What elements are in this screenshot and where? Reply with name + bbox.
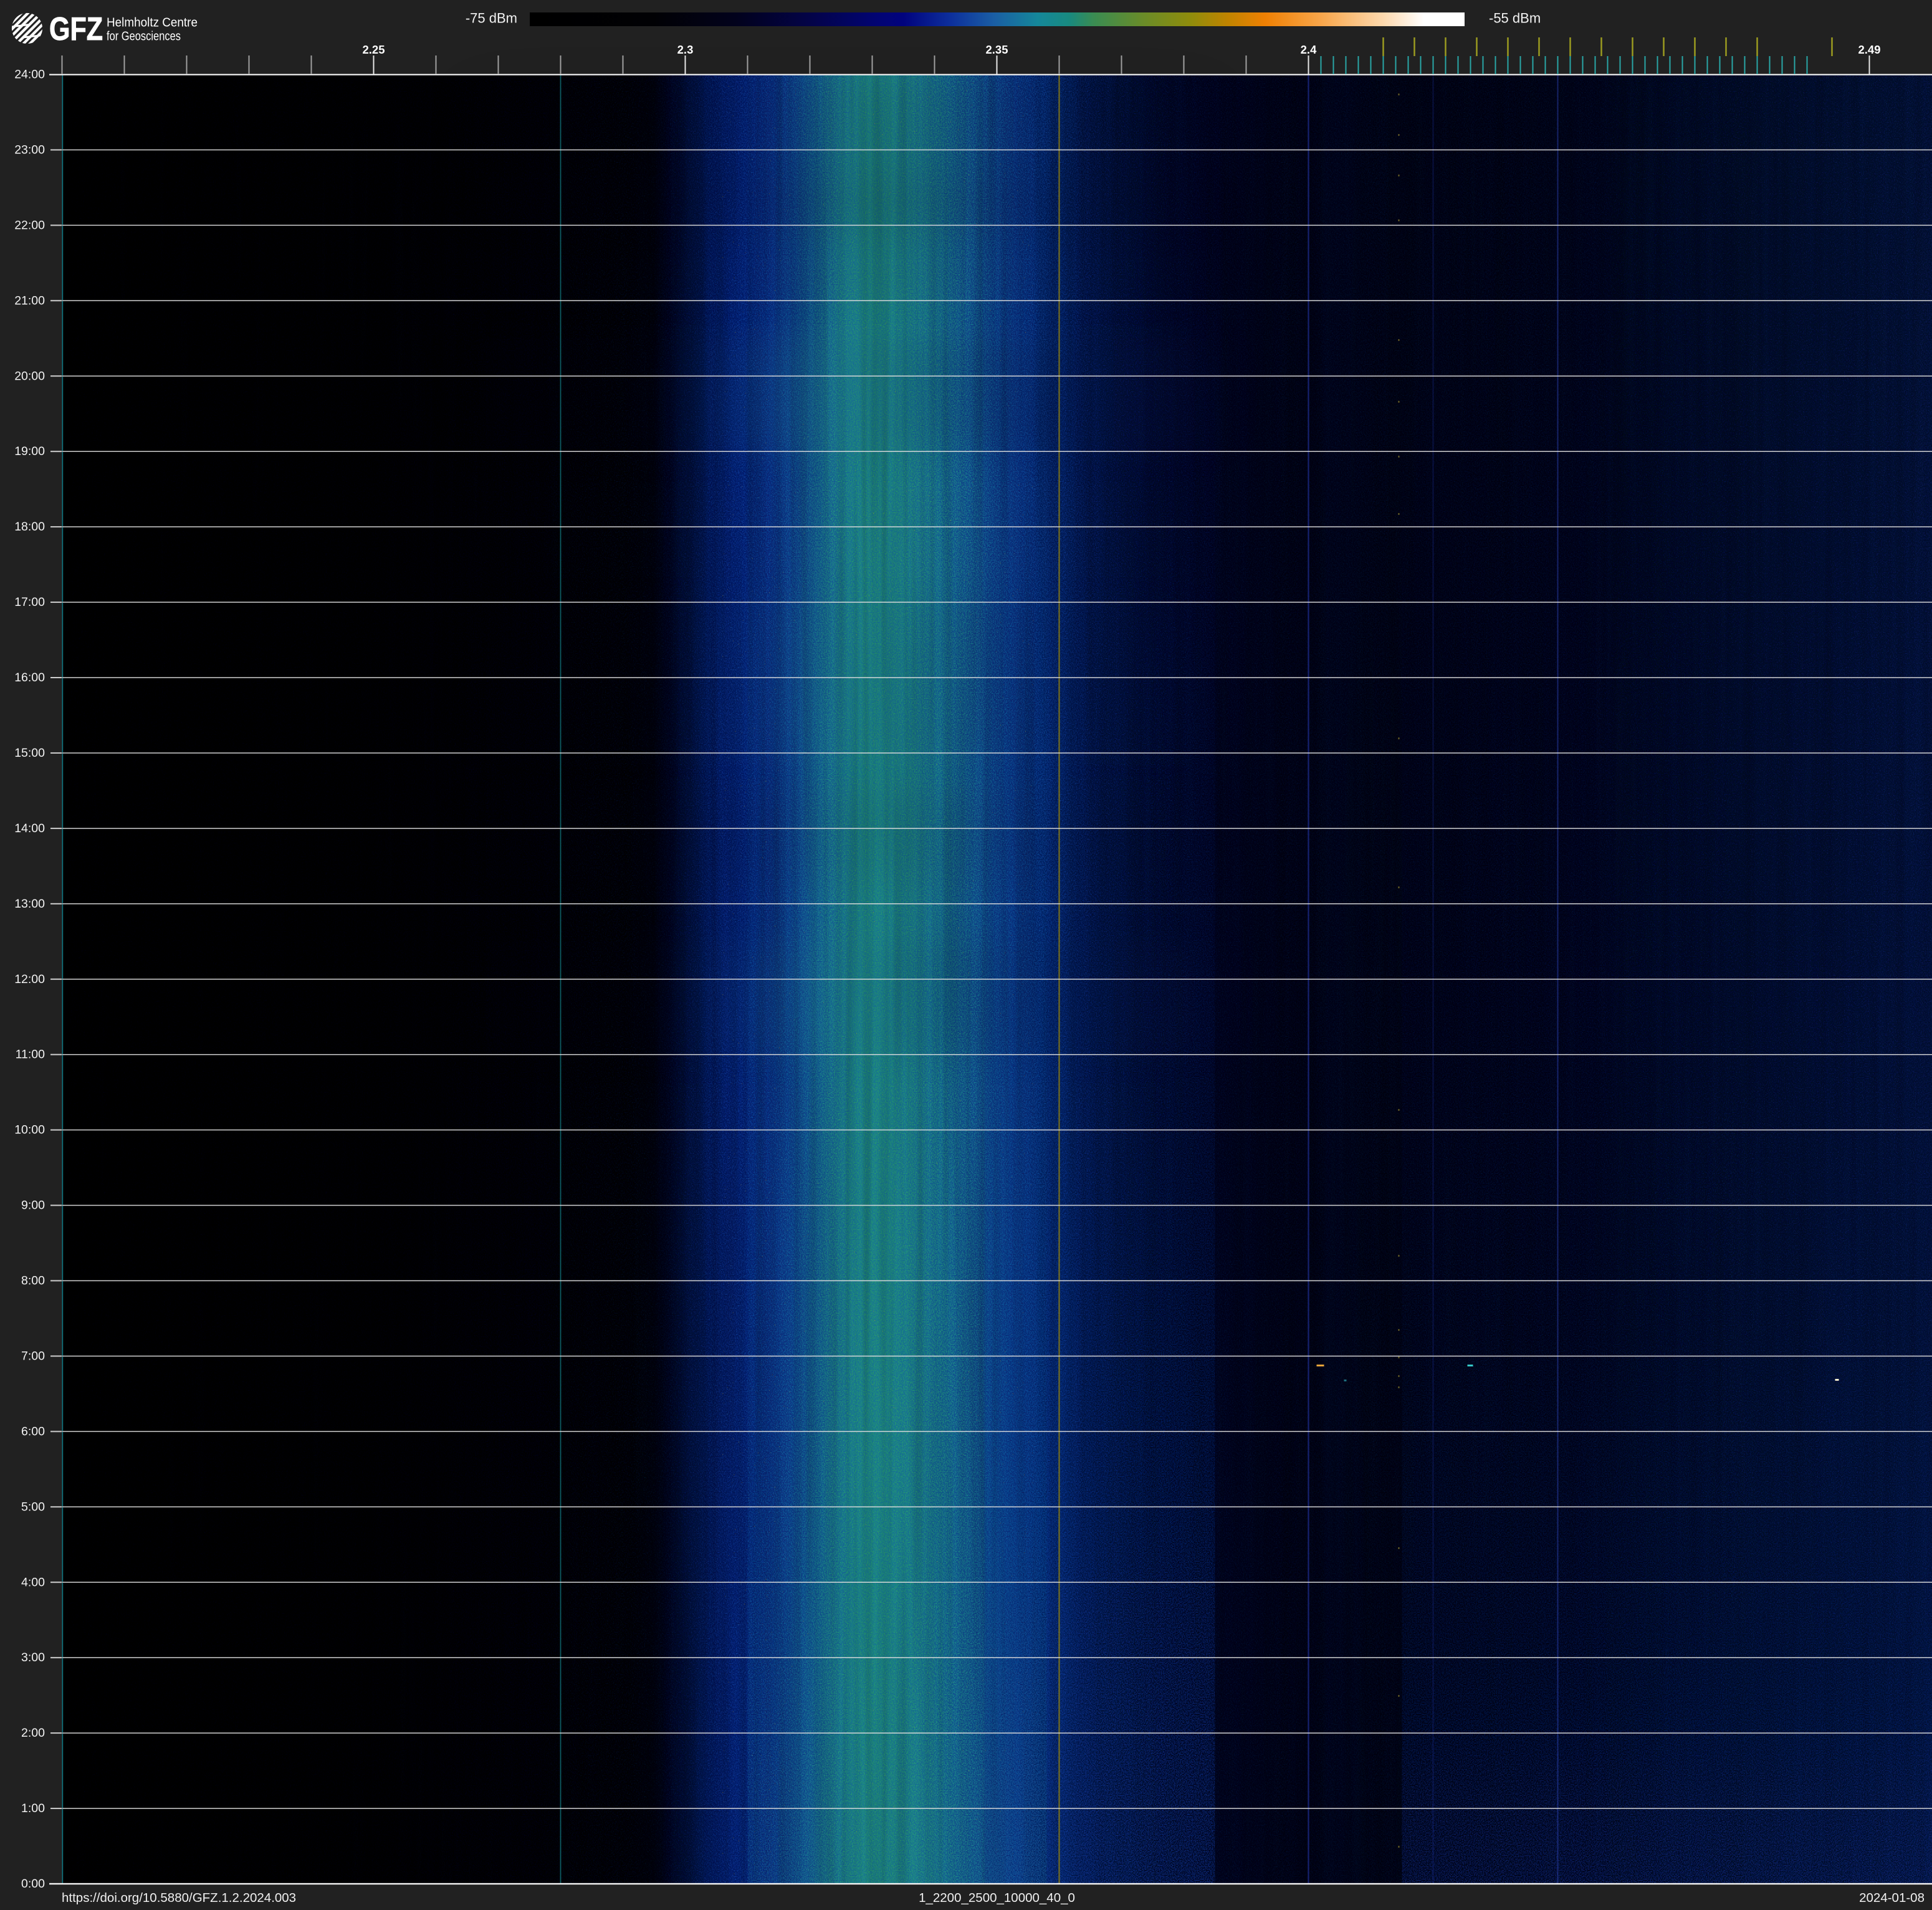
svg-text:24:00: 24:00 <box>14 68 45 82</box>
svg-text:18:00: 18:00 <box>14 520 45 534</box>
svg-text:3:00: 3:00 <box>21 1651 45 1664</box>
svg-text:-75 dBm: -75 dBm <box>466 11 517 26</box>
svg-text:1_2200_2500_10000_40_0: 1_2200_2500_10000_40_0 <box>919 1891 1075 1905</box>
svg-text:0:00: 0:00 <box>21 1877 45 1891</box>
svg-text:2.25: 2.25 <box>362 43 385 56</box>
svg-text:22:00: 22:00 <box>14 218 45 232</box>
svg-text:13:00: 13:00 <box>14 897 45 911</box>
svg-text:GFZ: GFZ <box>49 11 103 47</box>
svg-text:23:00: 23:00 <box>14 143 45 156</box>
svg-text:10:00: 10:00 <box>14 1123 45 1137</box>
svg-text:15:00: 15:00 <box>14 746 45 760</box>
svg-text:20:00: 20:00 <box>14 369 45 383</box>
svg-text:-55 dBm: -55 dBm <box>1489 11 1541 26</box>
svg-text:14:00: 14:00 <box>14 822 45 835</box>
svg-text:https://doi.org/10.5880/GFZ.1.: https://doi.org/10.5880/GFZ.1.2.2024.003 <box>62 1891 296 1905</box>
svg-text:11:00: 11:00 <box>16 1048 45 1062</box>
svg-text:7:00: 7:00 <box>21 1349 45 1363</box>
svg-text:1:00: 1:00 <box>21 1802 45 1815</box>
svg-text:2:00: 2:00 <box>21 1726 45 1740</box>
svg-text:17:00: 17:00 <box>14 595 45 609</box>
svg-text:2.35: 2.35 <box>985 43 1008 56</box>
svg-text:6:00: 6:00 <box>21 1424 45 1438</box>
svg-text:2024-01-08: 2024-01-08 <box>1859 1891 1925 1905</box>
svg-text:for Geosciences: for Geosciences <box>107 29 181 44</box>
svg-text:5:00: 5:00 <box>21 1500 45 1514</box>
svg-text:2.4: 2.4 <box>1301 43 1317 56</box>
svg-text:21:00: 21:00 <box>14 294 45 307</box>
svg-text:8:00: 8:00 <box>21 1274 45 1288</box>
svg-text:9:00: 9:00 <box>21 1199 45 1212</box>
svg-text:19:00: 19:00 <box>14 444 45 458</box>
svg-text:2.49: 2.49 <box>1858 43 1880 56</box>
svg-text:4:00: 4:00 <box>21 1575 45 1589</box>
svg-text:12:00: 12:00 <box>14 972 45 986</box>
svg-text:2.3: 2.3 <box>677 43 694 56</box>
svg-text:16:00: 16:00 <box>14 671 45 684</box>
svg-text:Helmholtz Centre: Helmholtz Centre <box>107 16 198 30</box>
